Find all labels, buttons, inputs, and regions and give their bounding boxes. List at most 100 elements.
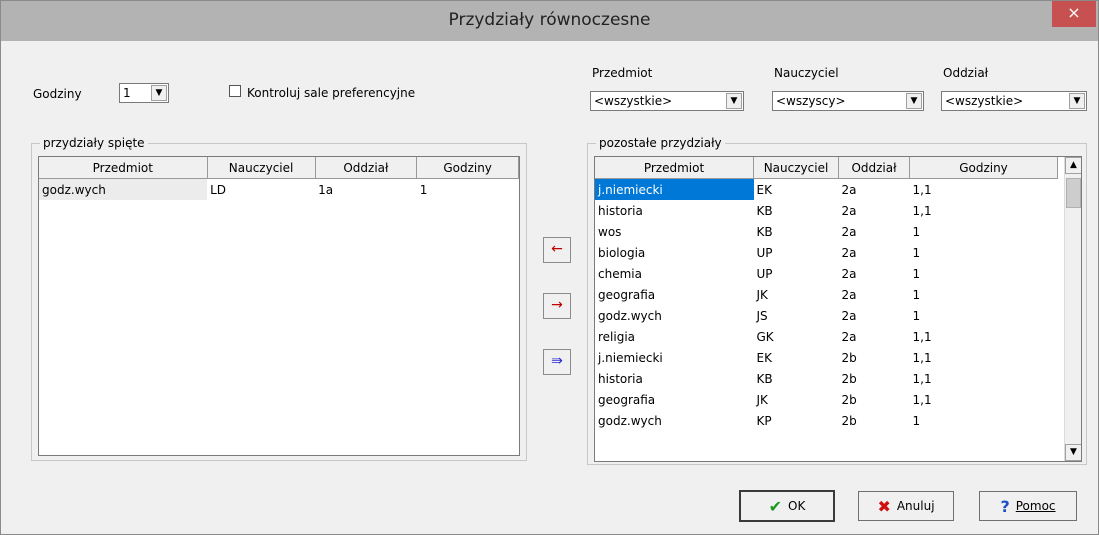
scroll-thumb[interactable] [1066,178,1081,208]
cross-icon: ✖ [877,496,891,516]
column-header-subject[interactable]: Przedmiot [39,157,208,179]
cell-subject: geografia [598,392,656,407]
cell-teacher: KB [756,203,773,218]
chevron-down-icon[interactable]: ▼ [151,85,167,101]
column-header-teacher[interactable]: Nauczyciel [753,157,839,179]
subject-filter-select[interactable]: <wszystkie> ▼ [590,91,744,111]
cell-hours: 1 [912,308,921,323]
cancel-button[interactable]: ✖ Anuluj [858,491,954,521]
linked-table: Przedmiot Nauczyciel Oddział Godziny god… [39,157,519,200]
cell-class: 2b [841,350,857,365]
cell-teacher: LD [210,182,227,197]
cell-hours: 1 [912,245,921,260]
cell-subject: geografia [598,287,656,302]
table-row[interactable]: historia KB 2a 1,1 [595,200,1058,221]
cell-class: 2a [841,266,857,281]
table-row[interactable]: biologia UP 2a 1 [595,242,1058,263]
move-right-button[interactable]: → [543,293,571,319]
table-row[interactable]: geografia JK 2b 1,1 [595,389,1058,410]
vertical-scrollbar[interactable]: ▲ ▼ [1064,157,1081,461]
teacher-filter-label: Nauczyciel [774,66,839,80]
cell-hours: 1,1 [912,329,932,344]
table-row[interactable]: geografia JK 2a 1 [595,284,1058,305]
column-header-class[interactable]: Oddział [838,157,910,179]
remaining-assignments-group: pozostałe przydziały Przedmiot Nauczycie… [587,136,1087,465]
cell-teacher: UP [756,245,773,260]
cell-subject: j.niemiecki [598,350,663,365]
cell-subject: godz.wych [598,413,662,428]
class-filter-label: Oddział [943,66,989,80]
cell-subject: historia [598,371,643,386]
cell-teacher: EK [756,182,772,197]
teacher-filter-select[interactable]: <wszyscy> ▼ [772,91,924,111]
title-bar: Przydziały równoczesne × [1,1,1098,41]
help-button[interactable]: ? Pomoc [979,491,1077,521]
chevron-down-icon[interactable]: ▼ [726,93,742,109]
cell-teacher: KB [756,224,773,239]
table-row[interactable]: religia GK 2a 1,1 [595,326,1058,347]
cell-subject: chemia [598,266,642,281]
cell-teacher: GK [756,329,774,344]
cell-class: 2a [841,308,857,323]
table-row[interactable]: historia KB 2b 1,1 [595,368,1058,389]
cell-subject: j.niemiecki [595,178,754,200]
table-row[interactable]: godz.wych JS 2a 1 [595,305,1058,326]
cell-teacher: KP [756,413,772,428]
subject-filter-label: Przedmiot [592,66,653,80]
column-header-hours[interactable]: Godziny [416,157,519,179]
hours-select[interactable]: 1 ▼ [119,83,169,103]
cell-hours: 1,1 [912,392,932,407]
table-row[interactable]: j.niemiecki EK 2b 1,1 [595,347,1058,368]
chevron-down-icon[interactable]: ▼ [906,93,922,109]
table-row[interactable]: godz.wych KP 2b 1 [595,410,1058,431]
table-row[interactable]: godz.wych LD 1a 1 [39,178,519,200]
remaining-assignments-grid[interactable]: Przedmiot Nauczyciel Oddział Godziny j.n… [594,156,1082,462]
scroll-up-icon[interactable]: ▲ [1065,157,1081,174]
question-icon: ? [1000,496,1010,516]
preferred-rooms-label: Kontroluj sale preferencyjne [247,86,416,100]
cell-teacher: EK [756,350,772,365]
window-title: Przydziały równoczesne [448,10,651,30]
chevron-down-icon[interactable]: ▼ [1069,93,1085,109]
column-header-hours[interactable]: Godziny [909,157,1058,179]
move-left-button[interactable]: ← [543,237,571,263]
cell-class: 2a [841,224,857,239]
cell-teacher: UP [756,266,773,281]
close-button[interactable]: × [1052,1,1096,27]
double-arrow-right-icon: ⇛ [551,353,563,369]
cell-hours: 1 [912,287,921,302]
table-row[interactable]: wos KB 2a 1 [595,221,1058,242]
hours-label: Godziny [33,87,82,101]
table-row[interactable]: j.niemiecki EK 2a 1,1 [595,178,1058,200]
ok-button[interactable]: ✔ OK [739,490,835,522]
column-header-subject[interactable]: Przedmiot [595,157,754,179]
cell-class: 2b [841,371,857,386]
scroll-down-icon[interactable]: ▼ [1065,444,1081,461]
column-header-teacher[interactable]: Nauczyciel [207,157,316,179]
cell-class: 1a [318,182,334,197]
table-row[interactable]: chemia UP 2a 1 [595,263,1058,284]
linked-assignments-title: przydziały spięte [40,136,148,150]
cell-hours: 1,1 [912,182,932,197]
column-header-class[interactable]: Oddział [315,157,418,179]
cell-teacher: JK [756,287,768,302]
cell-subject: godz.wych [39,178,208,200]
cell-hours: 1 [912,224,921,239]
cell-teacher: JS [756,308,768,323]
linked-assignments-grid[interactable]: Przedmiot Nauczyciel Oddział Godziny god… [38,156,520,456]
dialog-body: Godziny 1 ▼ Kontroluj sale preferencyjne… [9,41,1090,526]
move-all-right-button[interactable]: ⇛ [543,349,571,375]
teacher-filter-value: <wszyscy> [776,94,846,108]
hours-select-value: 1 [123,86,131,100]
help-button-label: Pomoc [1015,499,1056,513]
cancel-button-label: Anuluj [896,499,935,513]
linked-assignments-group: przydziały spięte Przedmiot Nauczyciel O… [31,136,527,461]
preferred-rooms-checkbox[interactable] [229,85,241,97]
cell-hours: 1 [419,182,428,197]
cell-class: 2a [841,203,857,218]
class-filter-select[interactable]: <wszystkie> ▼ [941,91,1087,111]
ok-button-label: OK [788,499,806,513]
cell-teacher: KB [756,371,773,386]
subject-filter-value: <wszystkie> [594,94,673,108]
cell-class: 2a [841,329,857,344]
